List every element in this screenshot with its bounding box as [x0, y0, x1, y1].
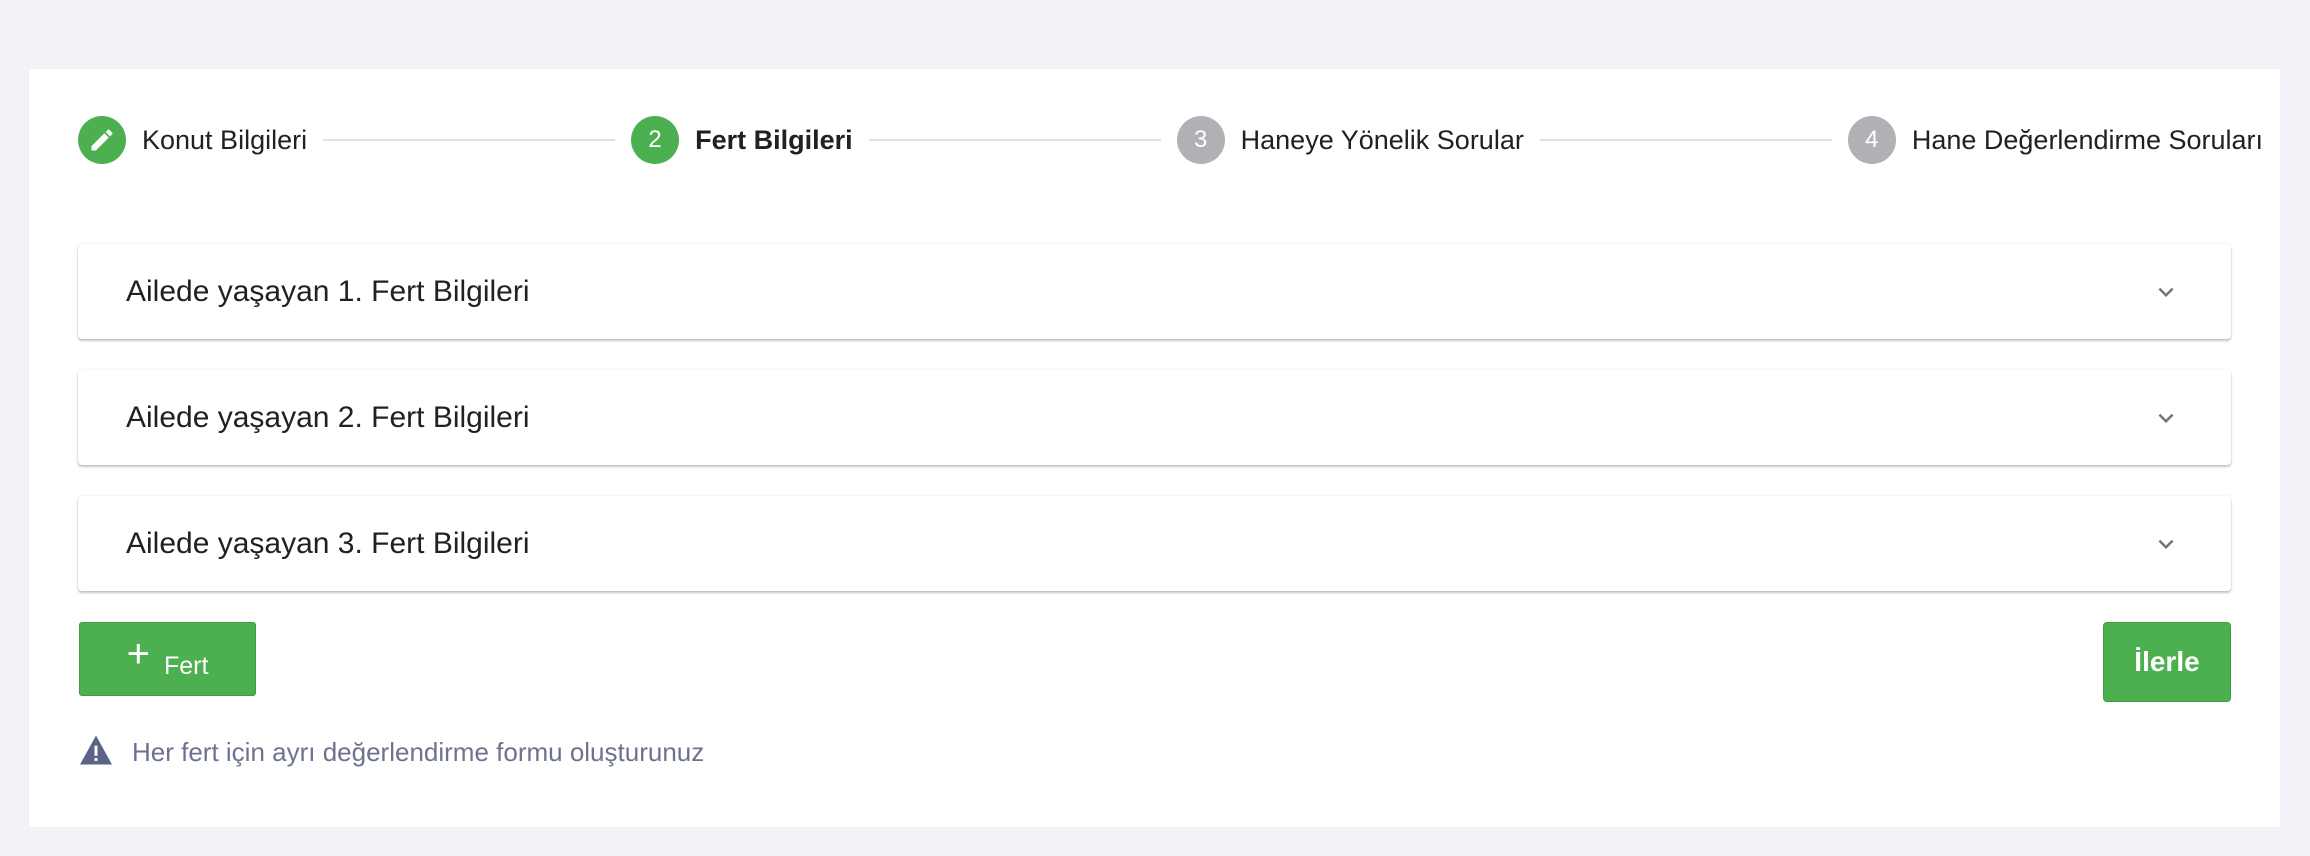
panel-title: Ailede yaşayan 1. Fert Bilgileri: [126, 274, 530, 308]
edit-icon: [78, 116, 126, 164]
main-card: Konut Bilgileri 2 Fert Bilgileri 3 Haney…: [29, 69, 2280, 827]
accordion-panel-fert-3[interactable]: Ailede yaşayan 3. Fert Bilgileri: [78, 496, 2231, 591]
chevron-down-icon[interactable]: [2149, 401, 2183, 435]
step-label: Fert Bilgileri: [695, 124, 853, 155]
step-number: 3: [1176, 116, 1225, 164]
panel-title: Ailede yaşayan 3. Fert Bilgileri: [126, 526, 530, 560]
step-label: Konut Bilgileri: [142, 124, 308, 155]
warning-note: Her fert için ayrı değerlendirme formu o…: [78, 734, 704, 771]
accordion-panel-fert-1[interactable]: Ailede yaşayan 1. Fert Bilgileri: [78, 244, 2231, 339]
step-number: 2: [631, 116, 680, 164]
warning-icon: [78, 734, 114, 771]
step-label: Haneye Yönelik Sorular: [1240, 124, 1524, 155]
next-button[interactable]: İlerle: [2103, 622, 2231, 702]
step-connector: [323, 139, 616, 141]
plus-icon: +: [126, 632, 150, 676]
step-hane-degerlendirme-sorulari[interactable]: 4 Hane Değerlendirme Soruları: [1847, 116, 2264, 164]
add-fert-label: Fert: [163, 651, 209, 680]
step-haneye-yonelik-sorular[interactable]: 3 Haneye Yönelik Sorular: [1176, 116, 1524, 164]
step-connector: [868, 139, 1161, 141]
panel-title: Ailede yaşayan 2. Fert Bilgileri: [126, 400, 530, 434]
step-number: 4: [1847, 116, 1896, 164]
step-konut-bilgileri[interactable]: Konut Bilgileri: [78, 116, 307, 164]
step-connector: [1539, 139, 1832, 141]
step-label: Hane Değerlendirme Soruları: [1911, 124, 2264, 155]
step-fert-bilgileri[interactable]: 2 Fert Bilgileri: [631, 116, 853, 164]
warning-text: Her fert için ayrı değerlendirme formu o…: [132, 737, 705, 767]
accordion-panel-fert-2[interactable]: Ailede yaşayan 2. Fert Bilgileri: [78, 370, 2231, 465]
chevron-down-icon[interactable]: [2149, 275, 2183, 309]
add-fert-button[interactable]: + Fert: [79, 622, 256, 696]
chevron-down-icon[interactable]: [2149, 527, 2183, 561]
stepper: Konut Bilgileri 2 Fert Bilgileri 3 Haney…: [78, 116, 2263, 164]
